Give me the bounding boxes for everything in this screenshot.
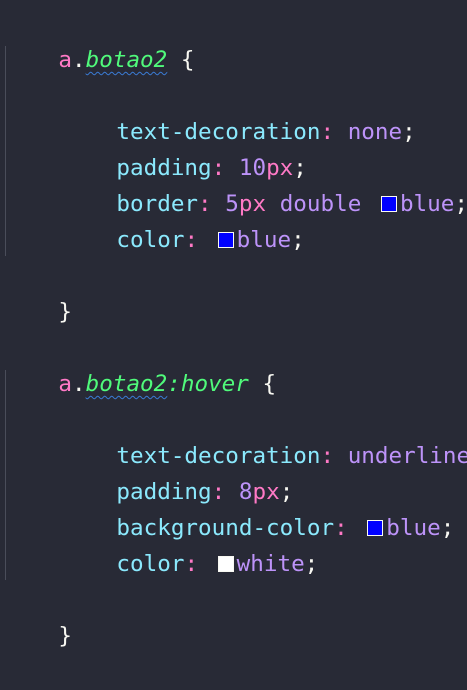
semicolon: ; [291,227,305,253]
selector-class: botao2 [85,47,168,73]
selector-line: a.botao2 { [4,6,194,73]
colon: : [334,515,348,541]
colon: : [184,227,199,253]
color-swatch-icon[interactable] [380,196,397,212]
property-name: color [116,551,185,577]
close-brace: } [58,623,73,649]
color-value: blue [236,227,292,253]
selector-dot: . [72,47,86,73]
color-value: white [236,551,305,577]
semicolon: ; [304,551,319,577]
property-value: none [347,119,403,145]
selector-class: botao2 [85,371,168,397]
property-value: underline [347,443,467,469]
color-value: blue [386,515,441,541]
code-editor[interactable]: a.botao2 { text-decoration: none; paddin… [0,0,467,649]
declaration-line: border: 5px double blue; [62,150,467,217]
selector-tag: a [58,47,73,73]
open-brace: { [180,47,195,73]
declaration-line: text-decoration: none; [62,78,415,145]
color-swatch-icon[interactable] [367,520,384,536]
colon: : [184,551,199,577]
selector-dot: . [72,371,86,397]
color-swatch-icon[interactable] [217,232,234,248]
declaration-line: color: blue; [62,186,304,253]
declaration-line: padding: 8px; [62,438,293,505]
declaration-line: text-decoration: underline; [62,402,467,469]
property-name: color [116,227,185,253]
close-brace: } [58,299,73,325]
semicolon: ; [402,119,416,145]
selector-tag: a [58,371,73,397]
colon: : [320,443,335,469]
selector-line: a.botao2:hover { [4,330,276,397]
colon: : [320,119,335,145]
semicolon: ; [454,191,467,217]
close-brace-line: } [4,582,72,649]
declaration-line: padding: 10px; [62,114,306,181]
open-brace: { [262,371,277,397]
semicolon: ; [440,515,455,541]
declaration-line: color: white; [62,510,318,577]
color-value: blue [399,191,455,217]
selector-pseudo-class: :hover [167,371,249,397]
close-brace-line: } [4,258,72,325]
color-swatch-icon[interactable] [217,556,234,572]
declaration-line: background-color: blue; [62,474,454,541]
